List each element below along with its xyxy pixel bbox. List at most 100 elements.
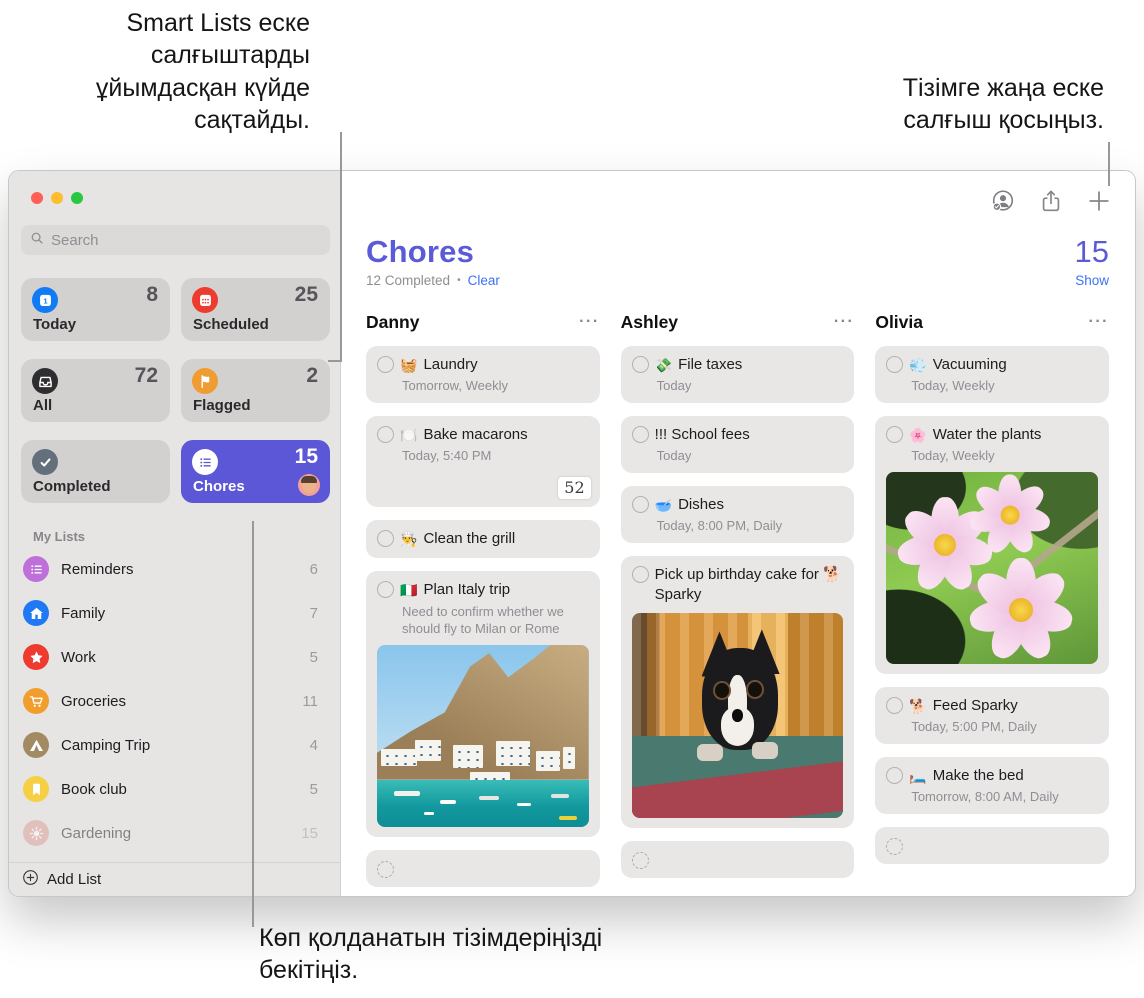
clear-link[interactable]: Clear (468, 273, 500, 288)
sidebar-item-family[interactable]: Family 7 (9, 591, 340, 635)
reminder-item[interactable]: 🐕 Feed Sparky Today, 5:00 PM, Daily (875, 687, 1109, 744)
sidebar-item-reminders[interactable]: Reminders 6 (9, 547, 340, 591)
new-reminder-row[interactable] (875, 827, 1109, 864)
sidebar-item-work[interactable]: Work 5 (9, 635, 340, 679)
attachment-image-italy-coast[interactable] (377, 645, 589, 827)
page-title: Chores (366, 234, 475, 269)
callout-line-pin-lists (252, 521, 254, 927)
complete-radio[interactable] (631, 566, 649, 583)
reminder-item[interactable]: 🧺 Laundry Tomorrow, Weekly (366, 346, 600, 403)
list-icon (23, 556, 49, 582)
complete-radio[interactable] (631, 496, 649, 513)
sidebar-item-groceries[interactable]: Groceries 11 (9, 679, 340, 723)
complete-radio[interactable] (377, 530, 394, 547)
sidebar-item-camping-trip[interactable]: Camping Trip 4 (9, 723, 340, 767)
column-olivia: Olivia ··· 💨 Vacuuming Today, Weekly 🌸 Wate… (875, 310, 1109, 887)
task-emoji: 🧺 (400, 357, 418, 373)
smart-list-scheduled[interactable]: 25 Scheduled (181, 278, 330, 341)
sidebar: Search 1 8 Today 25 Scheduled 72 All 2 Flagged Co… (9, 171, 341, 896)
complete-radio[interactable] (377, 356, 394, 373)
my-lists: Reminders 6 Family 7 Work 5 Groceries 11 Camping… (9, 547, 340, 855)
reminder-item[interactable]: Pick up birthday cake for 🐕 Sparky (620, 556, 855, 828)
complete-radio[interactable] (631, 356, 649, 373)
radio-empty[interactable] (377, 860, 394, 878)
complete-radio[interactable] (377, 426, 394, 443)
task-emoji: 🥣 (654, 497, 673, 513)
smart-list-flagged[interactable]: 2 Flagged (181, 359, 330, 422)
list-count: 4 (309, 736, 318, 754)
attachment-image-flowers[interactable] (886, 472, 1098, 664)
reminder-item[interactable]: 👨‍🍳 Clean the grill (366, 520, 600, 558)
sidebar-item-book-club[interactable]: Book club 5 (9, 767, 340, 811)
reminder-item[interactable]: 🇮🇹 Plan Italy trip Need to confirm whether… (366, 571, 600, 837)
smart-list-all[interactable]: 72 All (21, 359, 170, 422)
task-note: Need to confirm whether we should fly to… (402, 604, 564, 636)
smart-list-count: 15 (294, 445, 318, 468)
complete-radio[interactable] (631, 426, 649, 443)
task-title: Bake macarons (423, 426, 528, 443)
annotation-pin-lists: Көп қолданатын тізімдеріңізді бекітіңіз. (259, 924, 603, 985)
annotation-smart-lists: Smart Lists еске салғыштарды ұйымдасқан … (95, 9, 310, 134)
task-emoji: 🍽️ (400, 427, 418, 443)
attachment-image-dog[interactable] (631, 613, 844, 818)
task-title: Feed Sparky (932, 697, 1018, 714)
reminder-item[interactable]: 🛏️ Make the bed Tomorrow, 8:00 AM, Daily (875, 757, 1109, 814)
task-title: Laundry (423, 356, 478, 373)
show-link[interactable]: Show (1075, 273, 1109, 288)
complete-radio[interactable] (377, 581, 394, 598)
task-emoji: 🐕 (909, 698, 927, 714)
search-icon (30, 231, 44, 249)
tray-icon (32, 368, 58, 394)
complete-radio[interactable] (886, 767, 904, 784)
reminder-item[interactable]: 🌸 Water the plants Today, Weekly (875, 416, 1109, 674)
separator-dot: • (457, 275, 461, 286)
search-input[interactable]: Search (21, 225, 330, 255)
minimize-button[interactable] (51, 192, 63, 204)
new-reminder-row[interactable] (366, 850, 600, 887)
page: Smart Lists еске салғыштарды ұйымдасқан … (0, 0, 1144, 998)
smart-list-today[interactable]: 1 8 Today (21, 278, 170, 341)
reminders-window: Search 1 8 Today 25 Scheduled 72 All 2 Flagged Co… (8, 170, 1136, 897)
task-emoji: 💨 (909, 357, 927, 373)
my-lists-heading: My Lists (33, 529, 86, 544)
task-due: Today, 5:00 PM, Daily (911, 719, 1037, 734)
complete-radio[interactable] (886, 356, 904, 373)
share-button[interactable] (1037, 187, 1064, 214)
more-button[interactable]: ··· (834, 313, 854, 331)
reminder-item[interactable]: 🍽️ Bake macarons Today, 5:40 PM 52 (366, 416, 600, 507)
reminder-item[interactable]: 🥣 Dishes Today, 8:00 PM, Daily (620, 486, 855, 543)
reminder-item[interactable]: 💨 Vacuuming Today, Weekly (875, 346, 1109, 403)
flag-icon (192, 368, 218, 394)
new-reminder-row[interactable] (620, 841, 855, 878)
more-button[interactable]: ··· (579, 313, 599, 331)
smart-list-completed[interactable]: Completed (21, 440, 170, 503)
bookmark-icon (23, 776, 49, 802)
attachment-badge[interactable]: 52 (558, 477, 591, 499)
complete-radio[interactable] (886, 426, 904, 443)
add-list-button[interactable]: Add List (9, 862, 340, 896)
task-due: Today, Weekly (911, 448, 995, 463)
list-name: Work (61, 648, 96, 666)
reminder-item[interactable]: 💸 File taxes Today (620, 346, 855, 403)
sun-icon (23, 820, 49, 846)
more-button[interactable]: ··· (1089, 313, 1109, 331)
task-title: Vacuuming (932, 356, 1007, 373)
collaborate-icon (992, 189, 1013, 211)
smart-list-chores[interactable]: 15 Chores (181, 440, 330, 503)
grouped-columns: Danny ··· 🧺 Laundry Tomorrow, Weekly 🍽️ Bak… (366, 310, 1109, 887)
close-button[interactable] (31, 192, 43, 204)
task-emoji: 💸 (654, 357, 673, 373)
collaborate-button[interactable] (989, 187, 1016, 214)
task-emoji: 🌸 (909, 427, 927, 443)
radio-empty[interactable] (886, 837, 904, 855)
list-count: 6 (309, 560, 318, 578)
add-reminder-button[interactable] (1085, 187, 1112, 214)
smart-list-count: 72 (134, 364, 158, 387)
task-due: Today, Weekly (911, 378, 995, 393)
complete-radio[interactable] (886, 697, 904, 714)
zoom-button[interactable] (71, 192, 83, 204)
radio-empty[interactable] (631, 851, 649, 869)
column-header: Ashley ··· (621, 310, 855, 334)
sidebar-item-gardening[interactable]: Gardening 15 (9, 811, 340, 855)
reminder-item[interactable]: !!! School fees Today (620, 416, 855, 473)
